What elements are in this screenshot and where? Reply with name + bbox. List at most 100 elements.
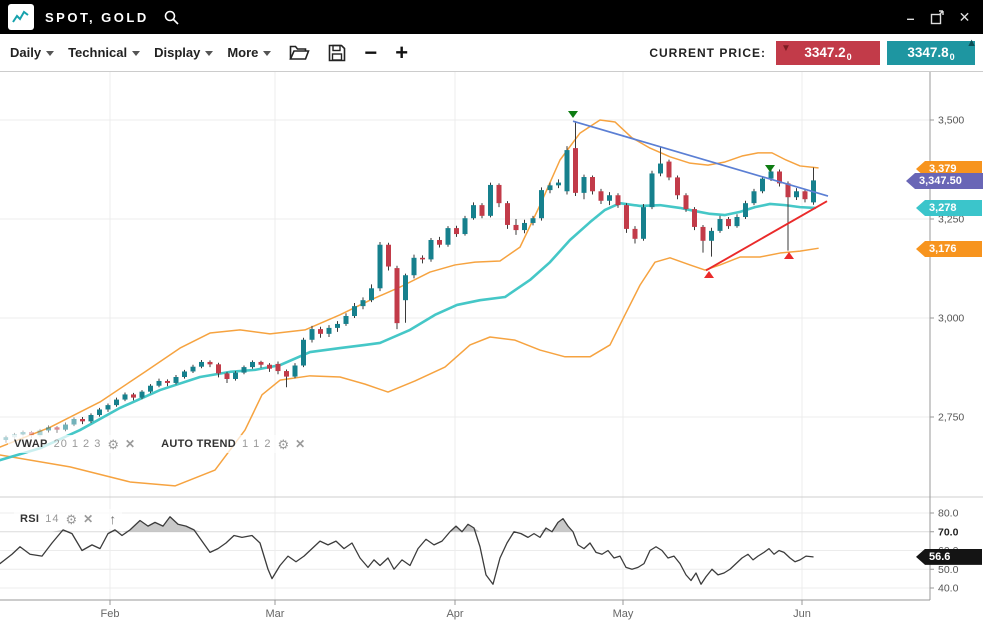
candle xyxy=(582,175,587,200)
autotrend-indicator-label[interactable]: AUTO TREND xyxy=(161,438,236,450)
search-icon[interactable] xyxy=(163,9,180,26)
vwap-remove-icon[interactable]: ✕ xyxy=(125,437,135,451)
candle xyxy=(811,168,816,205)
candle xyxy=(573,121,578,196)
candle xyxy=(242,366,247,375)
candle xyxy=(624,203,629,233)
candle xyxy=(709,228,714,257)
candle xyxy=(565,146,570,194)
candle xyxy=(182,370,187,379)
trading-app-window: SPOT, GOLD – ✕ Daily Technical Display xyxy=(0,0,983,621)
axis-tick-label: 70.0 xyxy=(938,526,959,538)
price-down-arrow-icon: ▼ xyxy=(781,43,791,54)
ask-price-button[interactable]: 3347.80 ▲ xyxy=(887,41,975,65)
rsi-move-up-icon[interactable]: ↑ xyxy=(109,511,116,527)
buy-signal-arrow-icon xyxy=(704,271,714,278)
candle xyxy=(488,183,493,218)
axis-tick-label: 80.0 xyxy=(938,508,959,520)
axis-tick-label: Mar xyxy=(266,608,285,620)
candle xyxy=(675,175,680,199)
candle xyxy=(259,361,264,368)
candle xyxy=(97,408,102,417)
chevron-down-icon xyxy=(132,51,140,56)
candle xyxy=(446,226,451,247)
chart-canvas[interactable]: 3,5003,2503,0002,75080.070.060.050.040.0… xyxy=(0,72,983,621)
zoom-in-button[interactable]: + xyxy=(395,43,408,63)
candle xyxy=(650,171,655,209)
menu-technical[interactable]: Technical xyxy=(68,45,140,60)
candle xyxy=(386,243,391,271)
candle xyxy=(369,284,374,302)
vwap-indicator-label[interactable]: VWAP xyxy=(14,438,48,450)
restore-button[interactable] xyxy=(929,9,946,26)
autotrend-remove-icon[interactable]: ✕ xyxy=(295,437,305,451)
menu-more[interactable]: More xyxy=(227,45,271,60)
candle xyxy=(667,160,672,181)
candle xyxy=(743,201,748,219)
candle xyxy=(361,297,366,309)
candle xyxy=(276,362,281,375)
price-chart[interactable]: 3,5003,2503,0002,75080.070.060.050.040.0… xyxy=(0,72,983,621)
candle xyxy=(72,417,77,426)
menu-timeframe[interactable]: Daily xyxy=(10,45,54,60)
candle xyxy=(267,363,272,372)
candle xyxy=(522,220,527,233)
chevron-down-icon xyxy=(205,51,213,56)
down-trendline[interactable] xyxy=(573,121,828,196)
candle xyxy=(395,266,400,329)
candle xyxy=(63,423,68,432)
lower-band-tag: 3,176 xyxy=(916,241,982,257)
zoom-out-button[interactable]: − xyxy=(364,43,377,63)
candle xyxy=(777,170,782,187)
up-trendline[interactable] xyxy=(706,201,827,270)
candle xyxy=(199,360,204,368)
sell-signal-arrow-icon xyxy=(765,165,775,172)
open-folder-icon[interactable] xyxy=(289,44,310,61)
save-icon[interactable] xyxy=(328,44,346,62)
axis-tick-label: May xyxy=(613,608,634,620)
candle xyxy=(514,219,519,235)
rsi-remove-icon[interactable]: ✕ xyxy=(83,512,93,526)
autotrend-settings-gear-icon[interactable]: ⚙ xyxy=(277,439,289,450)
candle xyxy=(293,363,298,378)
chart-toolbar: Daily Technical Display More − + CURRENT… xyxy=(0,34,983,72)
candle xyxy=(301,338,306,367)
indicator-legend-row: VWAP 20 1 2 3 ⚙ ✕ AUTO TREND 1 1 2 ⚙ ✕ xyxy=(8,435,311,453)
candle xyxy=(55,426,60,433)
candle xyxy=(148,384,153,393)
close-button[interactable]: ✕ xyxy=(956,9,973,26)
candle xyxy=(607,192,612,205)
vwap-settings-gear-icon[interactable]: ⚙ xyxy=(107,439,119,450)
chevron-down-icon xyxy=(46,51,54,56)
current-price-label: CURRENT PRICE: xyxy=(649,46,766,60)
candle xyxy=(471,202,476,219)
menu-display[interactable]: Display xyxy=(154,45,213,60)
rsi-settings-gear-icon[interactable]: ⚙ xyxy=(66,514,78,525)
candle xyxy=(114,398,119,407)
candle xyxy=(157,379,162,388)
candle xyxy=(641,204,646,241)
candle xyxy=(752,189,757,205)
candle xyxy=(718,216,723,233)
vwap-tag: 3,278 xyxy=(916,200,982,216)
candle xyxy=(327,325,332,337)
candle xyxy=(505,201,510,229)
rsi-indicator-label[interactable]: RSI xyxy=(20,513,39,525)
axis-tick-label: Feb xyxy=(101,608,120,620)
candle xyxy=(344,313,349,326)
axis-tick-label: 50.0 xyxy=(938,564,959,576)
last-price-tag: 3,347.50 xyxy=(906,173,983,189)
candle xyxy=(429,238,434,262)
candle xyxy=(735,214,740,227)
candle xyxy=(165,379,170,386)
bid-price-button[interactable]: ▼ 3347.20 xyxy=(776,41,880,65)
symbol-title: SPOT, GOLD xyxy=(45,10,149,25)
axis-tick-label: 3,500 xyxy=(938,115,964,127)
axis-tick-label: 2,750 xyxy=(938,412,964,424)
minimize-button[interactable]: – xyxy=(902,9,919,26)
candle xyxy=(225,372,230,383)
candle xyxy=(590,175,595,194)
candle xyxy=(420,255,425,263)
candle xyxy=(250,360,255,368)
candle xyxy=(378,242,383,291)
